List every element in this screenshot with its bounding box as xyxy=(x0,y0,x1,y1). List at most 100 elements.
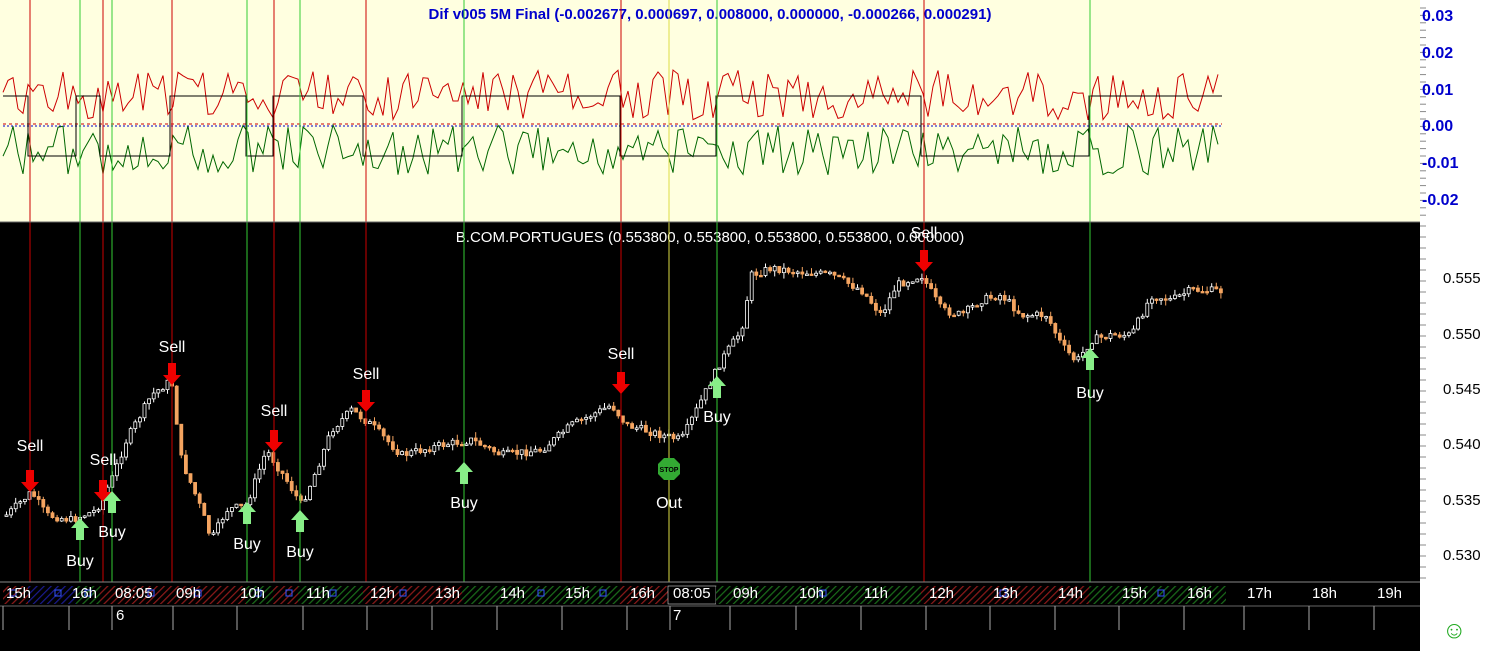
candle xyxy=(818,270,823,274)
candle xyxy=(464,443,469,446)
candle xyxy=(841,275,846,279)
candle xyxy=(616,409,621,417)
price-axis-label: 0.550 xyxy=(1443,326,1481,343)
smiley-icon[interactable]: ☺ xyxy=(1442,617,1467,645)
stop-sign-text: STOP xyxy=(660,467,679,474)
signal-label-sell: Sell xyxy=(352,366,380,383)
candle xyxy=(809,273,814,276)
candle xyxy=(1177,294,1182,297)
sell-arrow-icon xyxy=(915,250,933,272)
candle xyxy=(13,502,18,510)
candle xyxy=(943,303,947,309)
day-label: 6 xyxy=(116,607,125,624)
candle xyxy=(137,417,142,423)
candle xyxy=(878,309,883,313)
candle xyxy=(1021,313,1025,318)
candle xyxy=(717,367,722,370)
candle xyxy=(142,403,147,419)
candle xyxy=(188,473,193,483)
candle xyxy=(782,267,786,274)
signal-label-sell: Sell xyxy=(910,225,938,242)
candle xyxy=(1076,356,1081,361)
sell-arrow-icon xyxy=(265,430,283,452)
candle xyxy=(64,518,69,522)
price-axis-label: 0.530 xyxy=(1443,547,1481,564)
candle xyxy=(823,270,828,274)
time-label: 08:05 xyxy=(673,585,711,602)
chart-canvas[interactable]: STOP xyxy=(0,0,1493,651)
candle xyxy=(584,416,588,420)
candle xyxy=(621,415,625,423)
indicator-axis-label: 0.01 xyxy=(1422,82,1454,99)
candle xyxy=(966,305,970,314)
candle xyxy=(18,501,23,504)
signal-label-buy: Buy xyxy=(98,524,126,541)
candle xyxy=(570,421,575,426)
candle xyxy=(1048,316,1053,324)
candle xyxy=(409,450,414,456)
candle xyxy=(722,353,726,369)
candle xyxy=(312,474,317,487)
candle xyxy=(828,271,832,275)
candle xyxy=(1168,298,1173,301)
candle xyxy=(938,296,943,305)
candle xyxy=(1039,311,1044,318)
candle xyxy=(533,448,538,453)
candle xyxy=(1104,336,1108,340)
candle xyxy=(1196,287,1200,292)
candle xyxy=(183,454,188,475)
candle xyxy=(133,421,138,430)
candle xyxy=(432,445,437,453)
candle xyxy=(1030,315,1035,318)
candle xyxy=(165,379,170,391)
candle xyxy=(768,267,772,272)
candle xyxy=(901,280,906,287)
candle xyxy=(1016,310,1021,314)
candle xyxy=(731,338,736,347)
candle xyxy=(55,517,59,522)
candle xyxy=(266,452,271,457)
candle xyxy=(1163,298,1168,301)
candle xyxy=(874,302,878,311)
candle xyxy=(598,408,602,414)
signal-label-buy: Buy xyxy=(233,536,261,553)
candle xyxy=(303,499,308,502)
candle xyxy=(1186,287,1191,295)
candle xyxy=(561,431,565,435)
candle xyxy=(478,440,483,446)
candle xyxy=(413,448,418,452)
candle xyxy=(1122,334,1127,338)
candle xyxy=(745,300,749,329)
candle xyxy=(920,278,924,281)
price-axis-label: 0.540 xyxy=(1443,436,1481,453)
candle xyxy=(993,297,998,301)
candle xyxy=(1007,299,1012,302)
candle xyxy=(340,418,345,427)
candle xyxy=(41,499,46,508)
candle xyxy=(611,405,616,411)
candle xyxy=(915,278,920,283)
candle xyxy=(740,327,745,337)
candle xyxy=(864,293,869,297)
candle xyxy=(59,518,64,522)
candle xyxy=(220,519,225,524)
candle xyxy=(404,451,409,456)
time-label: 15h xyxy=(6,585,32,602)
candle xyxy=(1090,343,1094,350)
time-label: 16h xyxy=(630,585,656,602)
sell-arrow-icon xyxy=(612,372,630,394)
candle xyxy=(593,412,598,418)
candle xyxy=(1127,332,1131,336)
candle xyxy=(736,335,740,340)
time-label: 11h xyxy=(306,585,330,602)
candle xyxy=(791,271,795,275)
candle xyxy=(423,449,428,453)
candle xyxy=(795,271,800,274)
candle xyxy=(441,442,446,448)
candle xyxy=(883,309,887,313)
candle xyxy=(800,271,805,275)
candle xyxy=(289,481,294,492)
candle xyxy=(216,522,221,534)
candle xyxy=(703,388,708,401)
candle xyxy=(588,416,593,419)
